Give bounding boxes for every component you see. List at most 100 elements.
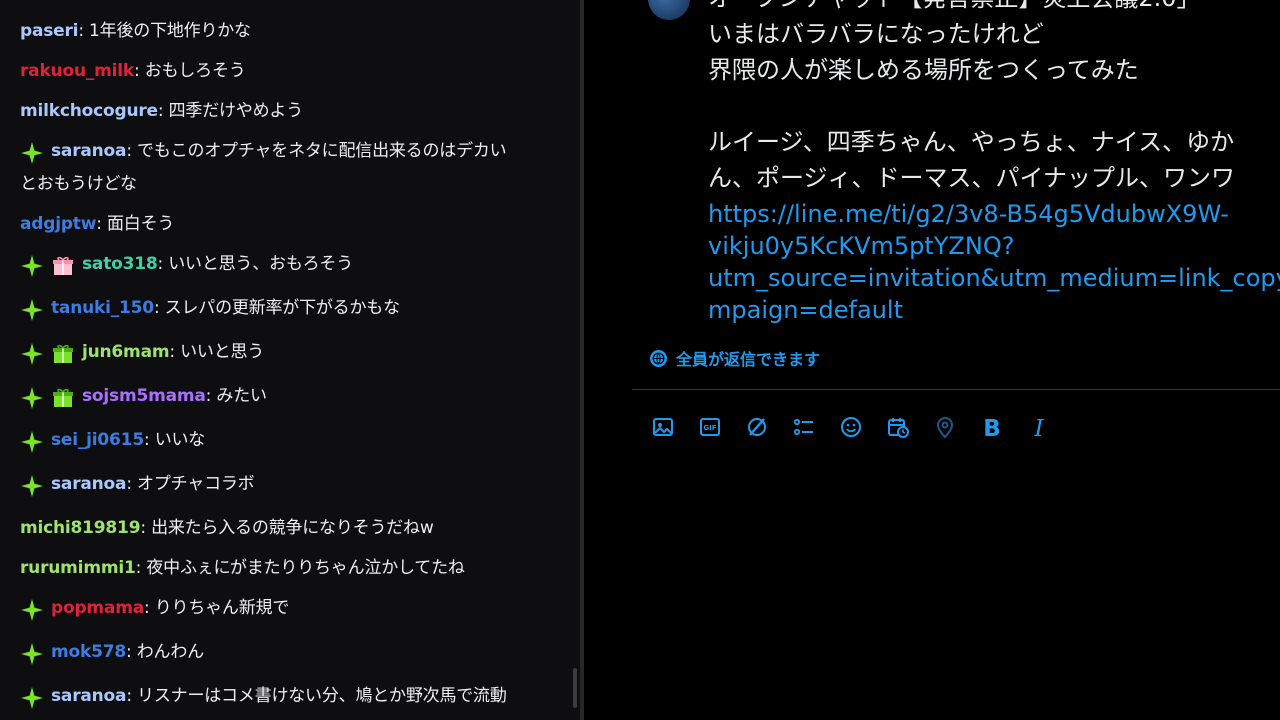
reply-setting-label: 全員が返信できます	[676, 350, 821, 369]
badge-group	[20, 474, 51, 503]
chat-message: milkchocogure: 四季だけやめよう	[20, 95, 560, 135]
chat-text: わんわん	[136, 642, 204, 662]
avatar[interactable]	[648, 0, 690, 20]
chat-text: おもしろそう	[144, 61, 246, 81]
sparkle-icon[interactable]	[20, 342, 44, 366]
chat-username[interactable]: tanuki_150	[51, 298, 154, 318]
chat-separator: :	[126, 141, 138, 161]
chat-separator: :	[140, 518, 152, 538]
grok-button[interactable]	[742, 414, 772, 444]
chat-message-list: paseri: 1年後の下地作りかな rakuou_milk: おもしろそう mil…	[20, 15, 560, 720]
grok-icon	[745, 415, 769, 443]
divider	[632, 389, 1280, 390]
chat-username[interactable]: sojsm5mama	[82, 386, 206, 406]
chat-separator: :	[157, 254, 169, 274]
chat-username[interactable]: jun6mam	[82, 342, 170, 362]
chat-text: スレパの更新率が下がるかもな	[164, 298, 400, 318]
schedule-button[interactable]	[883, 414, 913, 444]
sparkle-icon[interactable]	[20, 298, 44, 322]
chat-username[interactable]: sei_ji0615	[51, 430, 144, 450]
chat-username[interactable]: saranoa	[51, 474, 127, 494]
post-link-line[interactable]: utm_source=invitation&utm_medium=link_co…	[708, 262, 1280, 294]
chat-separator: :	[96, 214, 107, 234]
chat-username[interactable]: milkchocogure	[20, 101, 158, 121]
post-text-line: 界隈の人が楽しめる場所をつくってみた	[708, 56, 1139, 84]
badge-group	[20, 141, 51, 170]
chat-message: michi819819: 出来たら入るの競争になりそうだねw	[20, 512, 560, 552]
chat-message: paseri: 1年後の下地作りかな	[20, 15, 560, 55]
chat-message: rurumimmi1: 夜中ふぇにがまたりりちゃん泣かしてたね	[20, 552, 560, 592]
gift-icon-pink[interactable]	[51, 254, 75, 278]
poll-button[interactable]	[789, 414, 819, 444]
sparkle-icon[interactable]	[20, 254, 44, 278]
chat-text: 面白そう	[106, 214, 175, 234]
chat-username[interactable]: rurumimmi1	[20, 558, 136, 578]
chat-message: saranoa: リスナーはコメ書けない分、鳩とか野次馬で流動しそうだしな	[20, 680, 560, 720]
reply-setting-button[interactable]: 全員が返信できます	[650, 347, 820, 369]
chat-message: rakuou_milk: おもしろそう	[20, 55, 560, 95]
gif-label: GIF	[703, 424, 716, 432]
location-button[interactable]	[930, 414, 960, 444]
schedule-icon	[886, 415, 910, 443]
gift-icon-green[interactable]	[51, 342, 75, 366]
chat-username[interactable]: paseri	[20, 21, 79, 41]
chat-username[interactable]: michi819819	[20, 518, 141, 538]
chat-username[interactable]: sato318	[82, 254, 158, 274]
chat-text: 出来たら入るの競争になりそうだねw	[151, 518, 434, 538]
sparkle-icon[interactable]	[20, 686, 44, 710]
chat-message: mok578: わんわん	[20, 636, 560, 680]
emoji-button[interactable]	[836, 414, 866, 444]
post-link-line[interactable]: mpaign=default	[708, 294, 1280, 326]
globe-icon	[650, 349, 667, 367]
chat-panel: paseri: 1年後の下地作りかな rakuou_milk: おもしろそう mil…	[0, 0, 580, 720]
post-text-area[interactable]: オープンチャット【発言禁止】炎上会議2.0」いまはバラバラになったけれど界隈の人…	[708, 0, 1280, 326]
compose-panel: オープンチャット【発言禁止】炎上会議2.0」いまはバラバラになったけれど界隈の人…	[584, 0, 1280, 720]
sparkle-icon[interactable]	[20, 642, 44, 666]
badge-group	[20, 254, 82, 283]
chat-text: みたい	[216, 386, 267, 406]
post-text-line: ルイージ、四季ちゃん、やっちょ、ナイス、ゆか	[708, 128, 1235, 156]
sparkle-icon[interactable]	[20, 141, 44, 165]
chat-message: sojsm5mama: みたい	[20, 380, 560, 424]
chat-username[interactable]: mok578	[51, 642, 126, 662]
chat-separator: :	[134, 61, 145, 81]
chat-username[interactable]: popmama	[51, 598, 144, 618]
chat-separator: :	[157, 101, 169, 121]
post-text-line: いまはバラバラになったけれど	[708, 20, 1044, 48]
media-button[interactable]	[648, 414, 678, 444]
chat-message: jun6mam: いいと思う	[20, 336, 560, 380]
post-link-line[interactable]: vikju0y5KcKVm5ptYZNQ?	[708, 230, 1280, 262]
bold-button[interactable]: B	[977, 414, 1007, 444]
chat-text: いいと思う	[180, 342, 265, 362]
chat-separator: :	[169, 342, 181, 362]
post-link-line[interactable]: https://line.me/ti/g2/3v8-B54g5VdubwX9W-	[708, 198, 1280, 230]
sparkle-icon[interactable]	[20, 474, 44, 498]
chat-text: りりちゃん新規で	[154, 598, 290, 618]
chat-separator: :	[135, 558, 147, 578]
italic-button[interactable]: I	[1024, 414, 1054, 444]
chat-username[interactable]: adgjptw	[20, 214, 96, 234]
sparkle-icon[interactable]	[20, 430, 44, 454]
chat-message: sato318: いいと思う、おもろそう	[20, 248, 560, 292]
gift-icon-green[interactable]	[51, 386, 75, 410]
poll-icon	[792, 415, 816, 443]
chat-text: 1年後の下地作りかな	[89, 21, 251, 41]
chat-message: adgjptw: 面白そう	[20, 208, 560, 248]
chat-message: saranoa: でもこのオプチャをネタに配信出来るのはデカい とおもうけどな	[20, 135, 560, 208]
gif-button[interactable]: GIF	[695, 414, 725, 444]
chat-separator: :	[126, 642, 137, 662]
sparkle-icon[interactable]	[20, 386, 44, 410]
post-text-line	[708, 88, 1280, 124]
chat-username[interactable]: rakuou_milk	[20, 61, 134, 81]
chat-username[interactable]: saranoa	[51, 141, 127, 161]
chat-separator: :	[205, 386, 217, 406]
chat-separator: :	[126, 474, 138, 494]
sparkle-icon[interactable]	[20, 598, 44, 622]
chat-text: 夜中ふぇにがまたりりちゃん泣かしてたね	[146, 558, 465, 578]
chat-username[interactable]: saranoa	[51, 686, 127, 706]
badge-group	[20, 342, 82, 371]
post-text-line: オープンチャット【発言禁止】炎上会議2.0」	[708, 0, 1280, 16]
chat-message: tanuki_150: スレパの更新率が下がるかもな	[20, 292, 560, 336]
chat-scrollbar[interactable]	[573, 668, 577, 708]
chat-separator: :	[78, 21, 90, 41]
